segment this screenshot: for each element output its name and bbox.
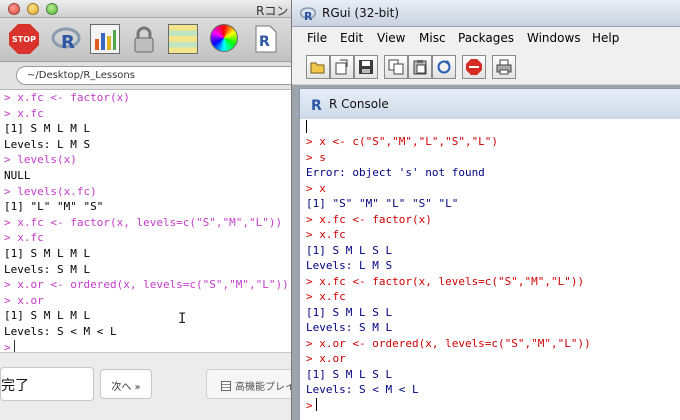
hq-player-label: 高機能プレイ — [235, 382, 295, 393]
console-input-line: > levels(x) — [4, 153, 77, 167]
console-input-line: > x.fc <- factor(x, levels=c("S","M","L"… — [306, 274, 585, 288]
rgui-title: RGui (32-bit) — [322, 6, 400, 20]
console-input-line: > x.fc — [4, 231, 44, 245]
working-directory-field[interactable]: ~/Desktop/R_Lessons — [16, 66, 316, 85]
done-button[interactable]: 完了 — [0, 367, 94, 401]
console-input-line: > x.or <- ordered(x, levels=c("S","M","L… — [4, 278, 289, 292]
console-output-line: Levels: L M S — [4, 137, 91, 151]
mac-console[interactable]: > x.fc <- factor(x) > x.fc [1] S M L M L Le… — [0, 90, 300, 352]
mac-r-window: Rコン STOP R R ~/Desktop/R_Lessons > x.fc … — [0, 0, 316, 420]
console-input-line: > x.or — [4, 293, 44, 307]
r-source-icon[interactable]: R — [51, 24, 81, 54]
film-icon — [221, 381, 231, 391]
data-list-icon[interactable] — [168, 24, 198, 54]
r-document-icon[interactable]: R — [250, 24, 280, 54]
r-console-prompt[interactable]: > — [306, 397, 680, 414]
console-input-line: > x.fc <- factor(x) — [306, 212, 432, 226]
refresh-icon[interactable] — [432, 55, 456, 79]
rgui-titlebar: R RGui (32-bit) — [292, 0, 680, 27]
next-button[interactable]: 次へ » — [100, 369, 152, 399]
menu-windows[interactable]: Windows — [527, 31, 581, 45]
r-console-body[interactable]: > x <- c("S","M","L","S","L") > s Error: o… — [300, 119, 680, 420]
console-output-line: Levels: S M L — [306, 321, 393, 334]
r-console-title: R Console — [329, 97, 389, 111]
svg-text:R: R — [61, 32, 75, 53]
svg-text:R: R — [311, 98, 322, 111]
console-output-line: Levels: L M S — [306, 259, 393, 272]
mac-toolbar: STOP R R — [0, 18, 300, 62]
open-script-icon[interactable] — [306, 55, 330, 79]
menu-view[interactable]: View — [377, 31, 405, 45]
stop-icon[interactable] — [462, 55, 486, 79]
ibeam-cursor-icon: 𝙸 — [178, 311, 187, 327]
mac-pathbar: ~/Desktop/R_Lessons — [0, 62, 316, 90]
menu-help[interactable]: Help — [592, 31, 619, 45]
text-caret — [13, 339, 15, 352]
chart-icon[interactable] — [90, 24, 120, 54]
mac-titlebar: Rコン — [0, 0, 300, 18]
menu-bar: File Edit View Misc Packages Windows Hel… — [292, 27, 680, 51]
text-caret — [306, 120, 307, 133]
mdi-workspace: R R Console > x <- c("S","M","L","S","L"… — [292, 85, 680, 420]
console-output-line: NULL — [4, 168, 31, 182]
console-input-line: > x.fc <- factor(x, levels=c("S","M","L"… — [4, 215, 283, 229]
menu-file[interactable]: File — [307, 31, 327, 45]
console-output-line: Levels: S M L — [4, 262, 91, 276]
prompt-symbol: > — [306, 398, 313, 412]
console-input-line: > s — [306, 150, 326, 164]
console-input-line: > x.fc — [306, 228, 346, 241]
stop-icon[interactable]: STOP — [9, 24, 39, 54]
console-output-line: Levels: S < M < L — [306, 383, 419, 396]
console-input-line: > x.fc — [4, 106, 44, 120]
console-output-line: Error: object 's' not found — [306, 166, 485, 179]
save-workspace-icon[interactable] — [354, 55, 378, 79]
menu-edit[interactable]: Edit — [340, 31, 363, 45]
console-output-line: [1] S M L M L — [4, 246, 91, 260]
console-input-line: > x.fc — [306, 290, 346, 303]
console-output-line: [1] "S" "M" "L" "S" "L" — [306, 197, 459, 210]
console-output-line: [1] "L" "M" "S" — [4, 200, 104, 214]
lock-icon[interactable] — [129, 24, 159, 54]
close-window-button[interactable] — [8, 3, 20, 15]
console-output-line: Levels: S < M < L — [4, 324, 117, 338]
prompt-symbol: > — [4, 340, 11, 353]
mac-console-prompt[interactable]: > — [4, 339, 300, 353]
svg-text:R: R — [259, 34, 270, 50]
console-output-line: [1] S M L S L — [306, 243, 393, 257]
menu-packages[interactable]: Packages — [458, 31, 514, 45]
svg-text:R: R — [304, 10, 313, 21]
rgui-toolbar — [292, 51, 680, 85]
r-logo-icon: R — [311, 98, 322, 111]
load-workspace-icon[interactable] — [330, 55, 354, 79]
mac-console-lines: > x.fc <- factor(x) > x.fc [1] S M L M L Le… — [0, 90, 300, 340]
mac-bottom-bar: 完了 次へ » 高機能プレイ — [0, 352, 306, 420]
rgui-window: R RGui (32-bit) File Edit View Misc Pack… — [291, 0, 680, 420]
console-input-line: > x.or <- ordered(x, levels=c("S","M","L… — [306, 336, 591, 350]
print-icon[interactable] — [492, 55, 516, 79]
console-input-line: > x — [306, 181, 326, 195]
r-console-lines: > x <- c("S","M","L","S","L") > s Error: o… — [300, 134, 680, 398]
menu-misc[interactable]: Misc — [419, 31, 446, 45]
console-output-line: [1] S M L M L — [4, 122, 91, 136]
console-input-line: > x <- c("S","M","L","S","L") — [306, 135, 499, 148]
console-input-line: > x.fc <- factor(x) — [4, 91, 130, 104]
minimize-window-button[interactable] — [27, 3, 39, 15]
mac-window-title: Rコン — [256, 4, 289, 18]
text-caret — [315, 397, 317, 411]
r-logo-icon: R — [300, 7, 316, 21]
copy-icon[interactable] — [384, 55, 408, 79]
r-console-titlebar: R R Console — [300, 89, 680, 119]
console-output-line: [1] S M L S L — [306, 305, 393, 319]
console-output-line: [1] S M L S L — [306, 367, 393, 381]
zoom-window-button[interactable] — [46, 3, 58, 15]
console-input-line: > x.or — [306, 352, 346, 365]
r-console-window: R R Console > x <- c("S","M","L","S","L"… — [299, 88, 680, 420]
console-input-line: > levels(x.fc) — [4, 184, 97, 198]
console-output-line: [1] S M L M L — [4, 309, 91, 323]
copy-paste-icon[interactable] — [408, 55, 432, 79]
color-wheel-icon[interactable] — [210, 24, 238, 52]
